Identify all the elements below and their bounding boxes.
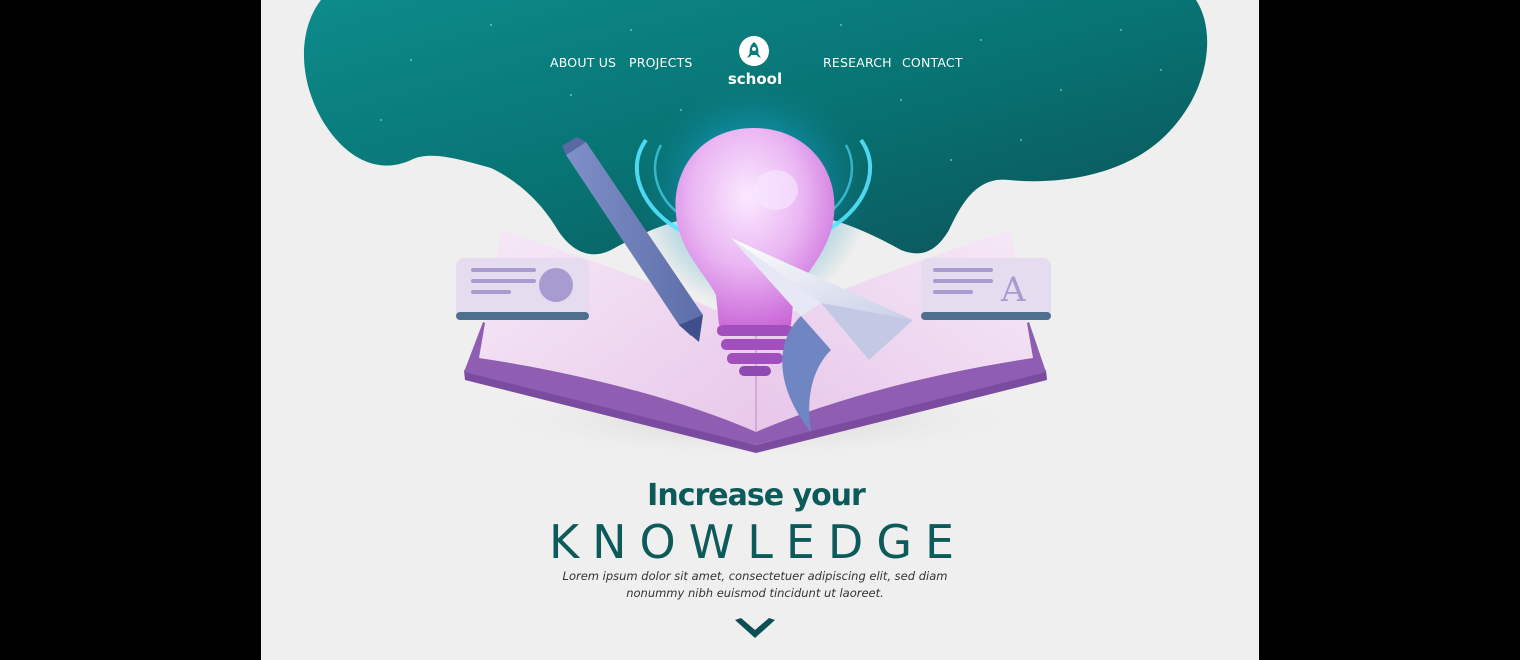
landing-page: A ABOUT US PROJECTS school RESEARCH CONT… <box>261 0 1259 660</box>
nav-about-us-link[interactable]: ABOUT US <box>550 55 616 70</box>
nav-contact-link[interactable]: CONTACT <box>902 55 963 70</box>
headline-line1: Increase your <box>647 478 866 513</box>
logo-badge[interactable] <box>739 36 769 66</box>
profile-card-icon <box>456 258 589 320</box>
nav-research-link[interactable]: RESEARCH <box>823 55 892 70</box>
chevron-down-icon <box>735 618 775 638</box>
card-glyph: A <box>1000 270 1026 310</box>
scroll-down-button[interactable] <box>731 614 779 644</box>
headline-line2: KNOWLEDGE <box>548 515 968 569</box>
rocket-icon <box>747 42 761 58</box>
nav-projects-link[interactable]: PROJECTS <box>629 55 693 70</box>
hero-description: Lorem ipsum dolor sit amet, consectetuer… <box>562 569 948 600</box>
logo-text[interactable]: school <box>723 70 787 88</box>
text-card-icon: A <box>921 258 1051 320</box>
